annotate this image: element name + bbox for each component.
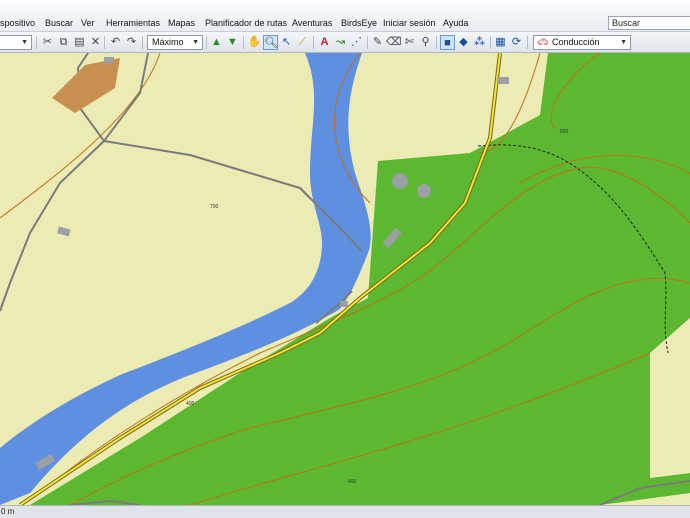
send-to-device-icon[interactable]: ▲	[209, 35, 224, 50]
divide-icon[interactable]: ✄	[402, 35, 417, 50]
menu-item-ayuda[interactable]: Ayuda	[443, 18, 468, 28]
paste-icon[interactable]: ▤	[72, 35, 87, 50]
map-layers-icon[interactable]: ⁂	[472, 35, 487, 50]
redo-icon[interactable]: ↷	[124, 35, 139, 50]
toolbar-separator	[367, 36, 368, 49]
new-waypoint-icon[interactable]: A	[317, 35, 332, 50]
cut-icon[interactable]: ✂	[40, 35, 55, 50]
map-label: 400	[348, 479, 357, 485]
erase-icon[interactable]: ⌫	[386, 35, 402, 50]
menu-item-ver[interactable]: Ver	[81, 18, 95, 28]
map-label: 700	[210, 204, 219, 210]
toolbar: ▼ ✂ ⧉ ▤ ✕ ↶ ↷ Máximo ▼ ▲ ▼ ✋ 🔍︎ ↖ ⟋ A ↝ ⋰…	[0, 32, 690, 53]
select-arrow-icon[interactable]: ↖	[279, 35, 294, 50]
toolbar-separator	[104, 36, 105, 49]
copy-icon[interactable]: ⧉	[56, 35, 71, 50]
toolbar-separator	[206, 36, 207, 49]
toolbar-separator	[436, 36, 437, 49]
edit-icon[interactable]: ✎	[370, 35, 385, 50]
car-icon: 🚗︎	[537, 37, 549, 47]
device-select[interactable]: ▼	[0, 35, 32, 50]
chevron-down-icon: ▼	[21, 39, 28, 46]
new-track-icon[interactable]: ⋰	[349, 35, 364, 50]
view-3d-icon[interactable]: ◆	[456, 35, 471, 50]
delete-icon[interactable]: ✕	[88, 35, 103, 50]
hand-pan-icon[interactable]: ✋	[247, 35, 262, 50]
menu-bar: spositivo Buscar Ver Herramientas Mapas …	[0, 0, 690, 32]
map-label: 400	[186, 401, 195, 407]
menu-item-buscar[interactable]: Buscar	[45, 18, 73, 28]
undo-icon[interactable]: ↶	[108, 35, 123, 50]
map-view[interactable]: 700 600 400 400	[0, 53, 690, 505]
view-2d-icon[interactable]: ■	[440, 35, 455, 50]
menu-item-aventuras[interactable]: Aventuras	[292, 18, 332, 28]
menu-item-mapas[interactable]: Mapas	[168, 18, 195, 28]
receive-from-device-icon[interactable]: ▼	[225, 35, 240, 50]
toolbar-separator	[527, 36, 528, 49]
zoom-level-value: Máximo	[152, 37, 184, 47]
map-label: 600	[560, 129, 569, 135]
routing-profile-value: Conducción	[552, 37, 600, 47]
zoom-level-select[interactable]: Máximo ▼	[147, 35, 203, 50]
scale-label: 0 m	[1, 507, 15, 516]
link-icon[interactable]: ⚲	[418, 35, 433, 50]
zoom-icon[interactable]: 🔍︎	[263, 35, 278, 50]
routing-profile-select[interactable]: 🚗︎ Conducción ▼	[533, 35, 631, 50]
toolbar-separator	[142, 36, 143, 49]
chevron-down-icon: ▼	[620, 39, 627, 46]
menu-item-herramientas[interactable]: Herramientas	[106, 18, 160, 28]
toolbar-separator	[490, 36, 491, 49]
menu-item-dispositivo[interactable]: spositivo	[0, 18, 35, 28]
refresh-icon[interactable]: ⟳	[509, 35, 524, 50]
measure-ruler-icon[interactable]: ⟋	[295, 35, 310, 50]
status-bar: 0 m	[0, 505, 690, 518]
chevron-down-icon: ▼	[192, 39, 199, 46]
map-canvas[interactable]: 700 600 400 400	[0, 53, 690, 505]
menu-item-birdseye[interactable]: BirdsEye	[341, 18, 377, 28]
menu-item-iniciar-sesion[interactable]: Iniciar sesión	[383, 18, 436, 28]
toolbar-separator	[36, 36, 37, 49]
menu-item-planificador-de-rutas[interactable]: Planificador de rutas	[205, 18, 287, 28]
new-route-icon[interactable]: ↝	[333, 35, 348, 50]
toolbar-separator	[313, 36, 314, 49]
toolbar-separator	[243, 36, 244, 49]
search-input[interactable]: Buscar	[608, 16, 690, 30]
grid-icon[interactable]: ▦	[493, 35, 508, 50]
